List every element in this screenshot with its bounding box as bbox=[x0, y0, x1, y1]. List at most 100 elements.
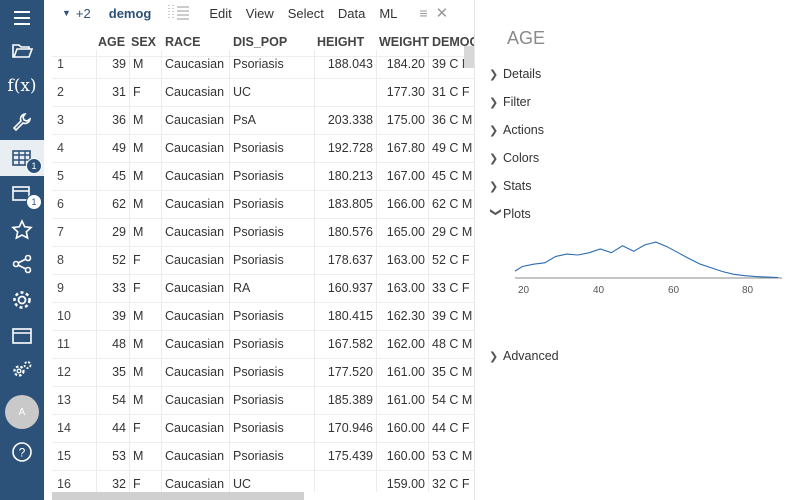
cell-age[interactable]: 29 bbox=[97, 218, 130, 246]
cell-height[interactable]: 160.937 bbox=[315, 274, 377, 302]
cell-race[interactable]: Caucasian bbox=[162, 78, 230, 106]
cell-demog[interactable]: 45 C M bbox=[429, 162, 474, 190]
cell-race[interactable]: Caucasian bbox=[162, 414, 230, 442]
cell-demog[interactable]: 53 C M bbox=[429, 442, 474, 470]
cell-demog[interactable]: 31 C F bbox=[429, 78, 474, 106]
table-row[interactable]: 12 35 M Caucasian Psoriasis 177.520 161.00 35 C… bbox=[52, 358, 474, 387]
cell-age[interactable]: 39 bbox=[97, 302, 130, 330]
column-layout-icon[interactable] bbox=[167, 4, 191, 23]
cell-weight[interactable]: 163.00 bbox=[377, 274, 429, 302]
section-actions[interactable]: ❯ Actions bbox=[489, 120, 544, 140]
table-row[interactable]: 16 32 F Caucasian UC 159.00 32 C F bbox=[52, 470, 474, 492]
cell-height[interactable]: 185.389 bbox=[315, 386, 377, 414]
cell-age[interactable]: 52 bbox=[97, 246, 130, 274]
row-index[interactable]: 11 bbox=[52, 330, 97, 358]
cell-dis-pop[interactable]: Psoriasis bbox=[230, 442, 315, 470]
row-index[interactable]: 15 bbox=[52, 442, 97, 470]
cell-dis-pop[interactable]: Psoriasis bbox=[230, 190, 315, 218]
share-icon[interactable] bbox=[0, 246, 44, 282]
cell-height[interactable]: 188.043 bbox=[315, 50, 377, 78]
cell-race[interactable]: Caucasian bbox=[162, 386, 230, 414]
function-icon[interactable]: f(x) bbox=[0, 68, 44, 104]
cell-height[interactable] bbox=[315, 470, 377, 492]
cell-race[interactable]: Caucasian bbox=[162, 162, 230, 190]
cell-demog[interactable]: 54 C M bbox=[429, 386, 474, 414]
cell-weight[interactable]: 160.00 bbox=[377, 414, 429, 442]
cell-weight[interactable]: 162.00 bbox=[377, 330, 429, 358]
horizontal-scrollbar[interactable] bbox=[52, 492, 304, 500]
row-index[interactable]: 14 bbox=[52, 414, 97, 442]
cell-age[interactable]: 48 bbox=[97, 330, 130, 358]
table-row[interactable]: 14 44 F Caucasian Psoriasis 170.946 160.00 44 C… bbox=[52, 414, 474, 443]
views-count[interactable]: +2 bbox=[76, 6, 91, 21]
cell-weight[interactable]: 166.00 bbox=[377, 190, 429, 218]
cell-demog[interactable]: 33 C F bbox=[429, 274, 474, 302]
row-index[interactable]: 8 bbox=[52, 246, 97, 274]
cell-height[interactable]: 183.805 bbox=[315, 190, 377, 218]
cell-dis-pop[interactable]: RA bbox=[230, 274, 315, 302]
cell-demog[interactable]: 49 C M bbox=[429, 134, 474, 162]
section-plots[interactable]: ❯ Plots bbox=[489, 204, 531, 224]
cell-age[interactable]: 44 bbox=[97, 414, 130, 442]
gear-settings-icon[interactable] bbox=[0, 282, 44, 318]
cell-weight[interactable]: 167.00 bbox=[377, 162, 429, 190]
cell-race[interactable]: Caucasian bbox=[162, 442, 230, 470]
cell-sex[interactable]: F bbox=[130, 470, 162, 492]
cell-sex[interactable]: F bbox=[130, 246, 162, 274]
cell-sex[interactable]: M bbox=[130, 302, 162, 330]
cell-sex[interactable]: M bbox=[130, 134, 162, 162]
table-row[interactable]: 15 53 M Caucasian Psoriasis 175.439 160.00 53 C… bbox=[52, 442, 474, 471]
cell-race[interactable]: Caucasian bbox=[162, 274, 230, 302]
cell-dis-pop[interactable]: Psoriasis bbox=[230, 162, 315, 190]
row-index[interactable]: 13 bbox=[52, 386, 97, 414]
cell-weight[interactable]: 159.00 bbox=[377, 470, 429, 492]
cell-dis-pop[interactable]: Psoriasis bbox=[230, 134, 315, 162]
hamburger-icon[interactable]: ≡ bbox=[419, 5, 427, 21]
star-icon[interactable] bbox=[0, 212, 44, 248]
section-stats[interactable]: ❯ Stats bbox=[489, 176, 532, 196]
cell-sex[interactable]: M bbox=[130, 442, 162, 470]
cell-race[interactable]: Caucasian bbox=[162, 134, 230, 162]
cell-height[interactable]: 175.439 bbox=[315, 442, 377, 470]
row-index[interactable]: 12 bbox=[52, 358, 97, 386]
cell-weight[interactable]: 163.00 bbox=[377, 246, 429, 274]
row-index[interactable]: 6 bbox=[52, 190, 97, 218]
cell-demog[interactable]: 44 C F bbox=[429, 414, 474, 442]
table-row[interactable]: 9 33 F Caucasian RA 160.937 163.00 33 C F bbox=[52, 274, 474, 303]
row-index[interactable]: 2 bbox=[52, 78, 97, 106]
cell-dis-pop[interactable]: Psoriasis bbox=[230, 386, 315, 414]
cell-age[interactable]: 39 bbox=[97, 50, 130, 78]
cell-weight[interactable]: 167.80 bbox=[377, 134, 429, 162]
cell-height[interactable]: 180.415 bbox=[315, 302, 377, 330]
cell-age[interactable]: 45 bbox=[97, 162, 130, 190]
cell-weight[interactable]: 177.30 bbox=[377, 78, 429, 106]
row-index[interactable]: 7 bbox=[52, 218, 97, 246]
cell-sex[interactable]: M bbox=[130, 50, 162, 78]
cell-race[interactable]: Caucasian bbox=[162, 106, 230, 134]
cell-demog[interactable]: 29 C M bbox=[429, 218, 474, 246]
cell-age[interactable]: 62 bbox=[97, 190, 130, 218]
cell-dis-pop[interactable]: Psoriasis bbox=[230, 414, 315, 442]
table-row[interactable]: 7 29 M Caucasian Psoriasis 180.576 165.00 29 C … bbox=[52, 218, 474, 247]
row-index[interactable]: 9 bbox=[52, 274, 97, 302]
cell-dis-pop[interactable]: UC bbox=[230, 470, 315, 492]
row-index[interactable]: 16 bbox=[52, 470, 97, 492]
cell-sex[interactable]: M bbox=[130, 190, 162, 218]
cell-demog[interactable]: 39 C M bbox=[429, 302, 474, 330]
cell-height[interactable]: 170.946 bbox=[315, 414, 377, 442]
cell-height[interactable]: 167.582 bbox=[315, 330, 377, 358]
table-row[interactable]: 5 45 M Caucasian Psoriasis 180.213 167.00 45 C … bbox=[52, 162, 474, 191]
menu-ml[interactable]: ML bbox=[379, 6, 397, 21]
section-details[interactable]: ❯ Details bbox=[489, 64, 541, 84]
cell-sex[interactable]: M bbox=[130, 386, 162, 414]
menu-view[interactable]: View bbox=[246, 6, 274, 21]
section-filter[interactable]: ❯ Filter bbox=[489, 92, 531, 112]
cell-demog[interactable]: 62 C M bbox=[429, 190, 474, 218]
cell-age[interactable]: 36 bbox=[97, 106, 130, 134]
cell-sex[interactable]: F bbox=[130, 78, 162, 106]
cell-sex[interactable]: M bbox=[130, 330, 162, 358]
cell-dis-pop[interactable]: Psoriasis bbox=[230, 302, 315, 330]
cell-height[interactable]: 192.728 bbox=[315, 134, 377, 162]
cell-age[interactable]: 53 bbox=[97, 442, 130, 470]
cell-dis-pop[interactable]: UC bbox=[230, 78, 315, 106]
